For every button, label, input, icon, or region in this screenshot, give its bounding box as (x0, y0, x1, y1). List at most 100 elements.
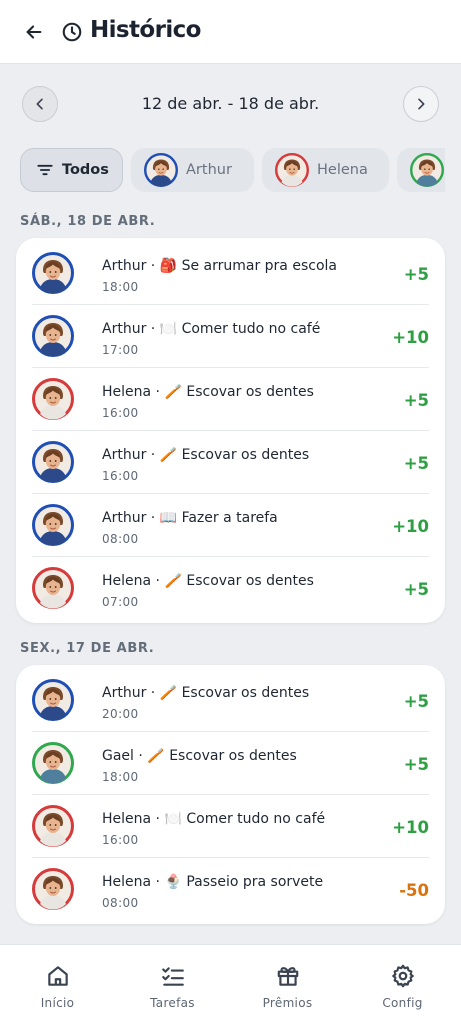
avatar-portrait (32, 868, 74, 910)
top-bar: Histórico (0, 0, 461, 64)
entry-time: 08:00 (102, 896, 139, 910)
avatar-portrait (32, 252, 74, 294)
entry-task-name: Se arrumar pra escola (181, 258, 337, 274)
entry-title: Helena · 🪥 Escovar os dentes (102, 384, 314, 400)
avatar-portrait (32, 567, 74, 609)
tab-label: Tarefas (150, 996, 195, 1010)
filter-chip-arthur[interactable]: Arthur (131, 148, 254, 192)
avatar-portrait (32, 504, 74, 546)
entry-task-name: Escovar os dentes (186, 384, 314, 400)
task-emoji-icon: 📖 (159, 510, 178, 526)
history-entry[interactable]: Helena · 🪥 Escovar os dentes 16:00 +5 (32, 368, 429, 431)
entry-task-name: Escovar os dentes (181, 685, 310, 701)
entry-time: 16:00 (102, 406, 139, 420)
entry-task-name: Escovar os dentes (186, 573, 314, 589)
history-entry[interactable]: Arthur · 🪥 Escovar os dentes 20:00 +5 (32, 669, 429, 732)
entry-title: Helena · 🪥 Escovar os dentes (102, 573, 314, 589)
entry-points: +5 (403, 454, 429, 473)
entry-person: Arthur (102, 510, 147, 526)
entry-task-name: Comer tudo no café (181, 321, 321, 337)
task-emoji-icon: 🪥 (159, 685, 178, 701)
entry-time: 18:00 (102, 770, 139, 784)
tab-config[interactable]: Config (345, 945, 460, 1024)
day-card: Arthur · 🎒 Se arrumar pra escola 18:00 +5 A… (16, 238, 445, 623)
tab-tarefas[interactable]: Tarefas (115, 945, 230, 1024)
avatar (32, 679, 74, 721)
day-header: SÁB., 18 DE ABR. (20, 214, 156, 229)
entry-separator: · (146, 510, 160, 526)
task-emoji-icon: 🎒 (159, 258, 178, 274)
filter-chip-label: Helena (317, 162, 368, 178)
tab-label: Config (382, 996, 423, 1010)
history-entry[interactable]: Helena · 🍽️ Comer tudo no café 16:00 +10 (32, 795, 429, 858)
entry-task-name: Passeio pra sorvete (186, 874, 324, 890)
tab-premios[interactable]: Prêmios (230, 945, 345, 1024)
history-entry[interactable]: Arthur · 📖 Fazer a tarefa 08:00 +10 (32, 494, 429, 557)
week-navigator: 12 de abr. - 18 de abr. (0, 84, 461, 124)
history-entry[interactable]: Helena · 🪥 Escovar os dentes 07:00 +5 (32, 557, 429, 620)
entry-title: Arthur · 🪥 Escovar os dentes (102, 685, 309, 701)
entry-time: 16:00 (102, 469, 139, 483)
entry-points: -50 (399, 881, 429, 900)
entry-title: Arthur · 🪥 Escovar os dentes (102, 447, 309, 463)
entry-points: +10 (392, 328, 429, 347)
avatar (275, 153, 309, 187)
entry-title: Arthur · 🎒 Se arrumar pra escola (102, 258, 337, 274)
entry-separator: · (133, 748, 148, 764)
filter-icon (37, 164, 53, 176)
checklist-icon (161, 967, 184, 986)
avatar (32, 567, 74, 609)
gear-icon (391, 964, 414, 988)
entry-separator: · (151, 811, 165, 827)
entry-time: 08:00 (102, 532, 139, 546)
entry-task-name: Comer tudo no café (186, 811, 326, 827)
entry-time: 16:00 (102, 833, 139, 847)
avatar-portrait (32, 315, 74, 357)
entry-title: Helena · 🍽️ Comer tudo no café (102, 811, 325, 827)
avatar (32, 441, 74, 483)
back-button[interactable] (22, 20, 46, 44)
entry-title: Arthur · 📖 Fazer a tarefa (102, 510, 278, 526)
history-entry[interactable]: Helena · 🍨 Passeio pra sorvete 08:00 -50 (32, 858, 429, 921)
task-emoji-icon: 🪥 (159, 447, 178, 463)
clock-icon (62, 22, 82, 42)
entry-separator: · (146, 685, 160, 701)
tab-inicio[interactable]: Início (0, 945, 115, 1024)
avatar (32, 315, 74, 357)
entry-points: +5 (403, 692, 429, 711)
entry-separator: · (151, 573, 165, 589)
filter-chip-label: Arthur (186, 162, 232, 178)
history-entry[interactable]: Arthur · 🎒 Se arrumar pra escola 18:00 +5 (32, 242, 429, 305)
history-entry[interactable]: Arthur · 🍽️ Comer tudo no café 17:00 +10 (32, 305, 429, 368)
filter-chip-gael[interactable] (397, 148, 445, 192)
entry-person: Helena (102, 384, 152, 400)
entry-person: Gael (102, 748, 134, 764)
week-range-label: 12 de abr. - 18 de abr. (141, 94, 320, 113)
avatar (32, 868, 74, 910)
gift-icon (277, 967, 298, 986)
tab-label: Prêmios (262, 996, 313, 1010)
task-emoji-icon: 🍽️ (164, 811, 182, 827)
filter-chip-helena[interactable]: Helena (262, 148, 389, 192)
entry-person: Helena (102, 811, 152, 827)
entry-separator: · (151, 874, 165, 890)
filter-chip-label: Todos (62, 162, 109, 178)
entry-points: +10 (392, 818, 429, 837)
entry-person: Arthur (102, 321, 147, 337)
entry-points: +5 (403, 580, 429, 599)
task-emoji-icon: 🪥 (164, 384, 182, 400)
entry-title: Gael · 🪥 Escovar os dentes (102, 748, 297, 764)
next-week-button[interactable] (403, 86, 439, 122)
avatar (32, 742, 74, 784)
entry-points: +5 (403, 391, 429, 410)
history-entry[interactable]: Arthur · 🪥 Escovar os dentes 16:00 +5 (32, 431, 429, 494)
entry-separator: · (146, 258, 160, 274)
entry-task-name: Escovar os dentes (181, 447, 310, 463)
history-entry[interactable]: Gael · 🪥 Escovar os dentes 18:00 +5 (32, 732, 429, 795)
entry-task-name: Escovar os dentes (169, 748, 297, 764)
filter-chip-all[interactable]: Todos (20, 148, 123, 192)
entry-person: Helena (102, 874, 152, 890)
entry-person: Arthur (102, 447, 147, 463)
entry-person: Helena (102, 573, 152, 589)
avatar (32, 252, 74, 294)
